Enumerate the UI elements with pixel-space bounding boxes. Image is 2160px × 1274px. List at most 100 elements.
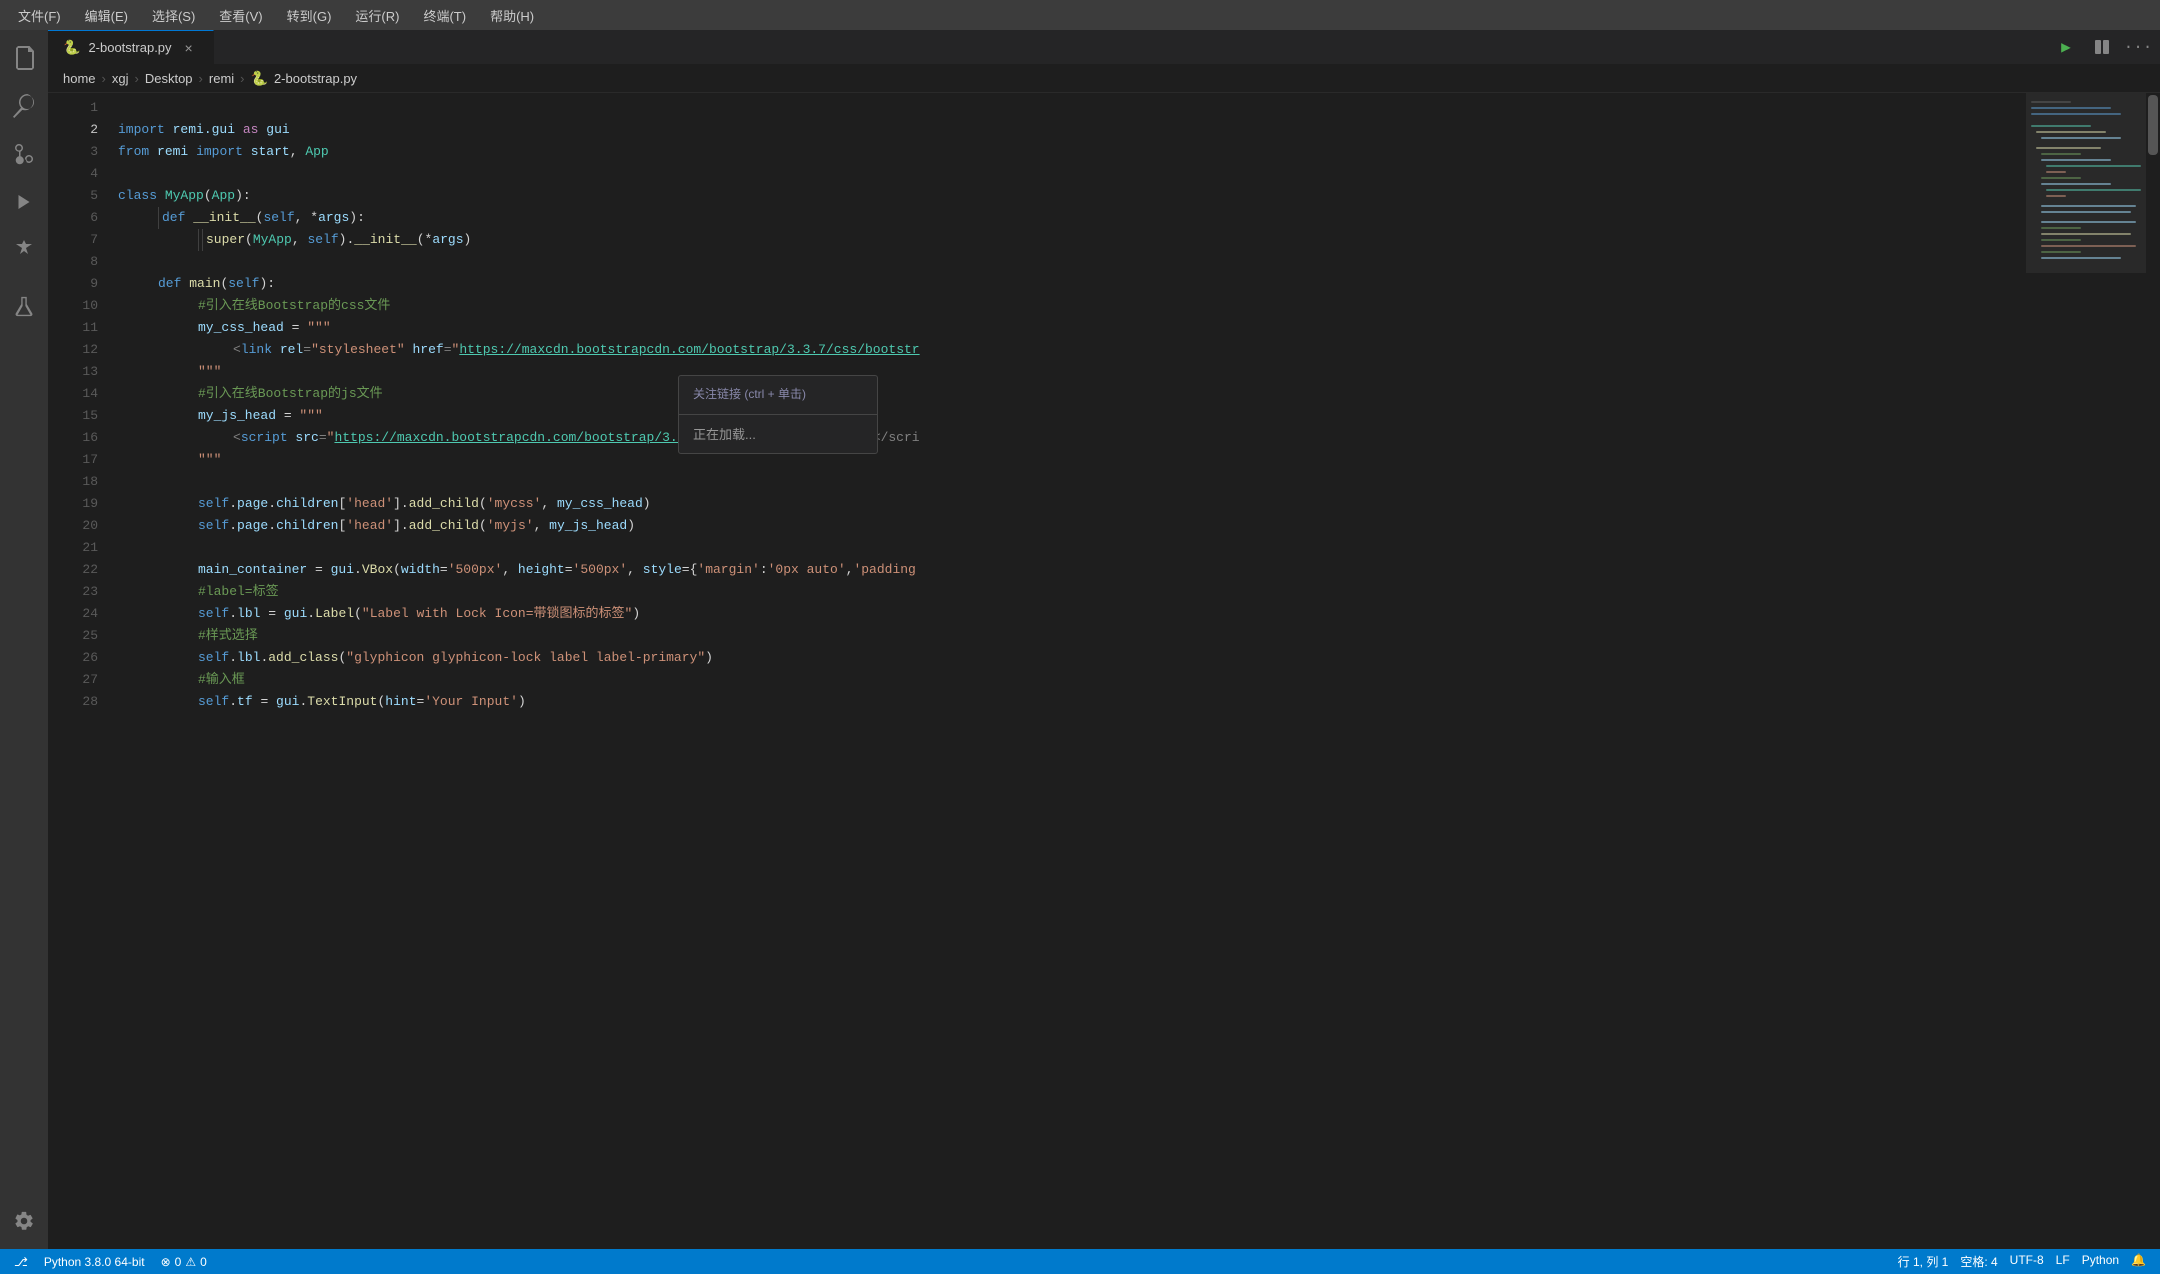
status-python-version[interactable]: Python 3.8.0 64-bit [38,1249,151,1274]
minimap [2026,93,2146,1249]
line-num-27: 27 [48,669,98,691]
position-label: 行 1, 列 1 [1898,1253,1949,1270]
code-line-8 [108,251,2026,273]
code-line-20: self.page.children['head'].add_child('my… [108,515,2026,537]
line-num-3: 3 [48,141,98,163]
bootstrap-css-link[interactable]: https://maxcdn.bootstrapcdn.com/bootstra… [459,339,919,361]
encoding-label: UTF-8 [2010,1253,2044,1267]
tooltip-loading: 正在加载... [679,417,877,453]
breadcrumb-remi[interactable]: remi [209,71,234,86]
code-line-25: #样式选择 [108,625,2026,647]
line-num-20: 20 [48,515,98,537]
line-num-26: 26 [48,647,98,669]
warning-icon: ⚠ [185,1255,196,1269]
tooltip-follow-link[interactable]: 关注链接 (ctrl + 单击) [679,376,877,412]
menu-run[interactable]: 运行(R) [345,2,409,29]
code-line-4 [108,163,2026,185]
code-line-26: self.lbl.add_class("glyphicon glyphicon-… [108,647,2026,669]
source-control-icon[interactable] [4,134,44,174]
breadcrumb-python-icon: 🐍 [251,70,268,87]
status-git-branch[interactable]: ⎇ [8,1249,34,1274]
code-line-6: def __init__(self, *args): [108,207,2026,229]
main-layout: 🐍 2-bootstrap.py × ▶ ··· home › xgj › De… [0,30,2160,1249]
line-num-17: 17 [48,449,98,471]
line-num-23: 23 [48,581,98,603]
breadcrumb-desktop[interactable]: Desktop [145,71,193,86]
status-spaces[interactable]: 空格: 4 [1954,1253,2003,1270]
code-content[interactable]: import remi.gui as gui from remi import … [108,93,2026,1249]
scrollbar[interactable] [2146,93,2160,1249]
line-num-25: 25 [48,625,98,647]
language-label: Python [2082,1253,2119,1267]
code-line-21 [108,537,2026,559]
flask-icon[interactable] [4,286,44,326]
code-line-7: super(MyApp, self).__init__(*args) [108,229,2026,251]
breadcrumb-file[interactable]: 2-bootstrap.py [274,71,357,86]
line-num-19: 19 [48,493,98,515]
breadcrumb-xgj[interactable]: xgj [112,71,129,86]
more-actions-button[interactable]: ··· [2124,33,2152,61]
line-num-21: 21 [48,537,98,559]
code-line-15: my_js_head = """ [108,405,2026,427]
line-num-22: 22 [48,559,98,581]
code-line-11: my_css_head = """ [108,317,2026,339]
line-num-15: 15 [48,405,98,427]
menu-edit[interactable]: 编辑(E) [75,2,138,29]
line-num-11: 11 [48,317,98,339]
status-errors[interactable]: ⊗ 0 ⚠ 0 [155,1249,213,1274]
tab-close-button[interactable]: × [180,39,198,57]
line-numbers: 1 2 3 4 5 6 7 8 9 10 11 12 13 14 15 16 1… [48,93,108,1249]
line-num-16: 16 [48,427,98,449]
menu-view[interactable]: 查看(V) [209,2,272,29]
tab-bar: 🐍 2-bootstrap.py × ▶ ··· [48,30,2160,65]
code-line-14: #引入在线Bootstrap的js文件 [108,383,2026,405]
tab-filename: 2-bootstrap.py [88,40,171,55]
code-line-1 [108,97,2026,119]
tooltip-divider [679,414,877,415]
tooltip-follow-link-label: 关注链接 (ctrl + 单击) [693,387,806,401]
code-line-24: self.lbl = gui.Label("Label with Lock Ic… [108,603,2026,625]
line-num-24: 24 [48,603,98,625]
tooltip-popup: 关注链接 (ctrl + 单击) 正在加载... [678,375,878,454]
menu-file[interactable]: 文件(F) [8,2,71,29]
line-ending-label: LF [2056,1253,2070,1267]
menu-goto[interactable]: 转到(G) [277,2,342,29]
line-num-28: 28 [48,691,98,713]
status-position[interactable]: 行 1, 列 1 [1892,1253,1955,1270]
line-num-18: 18 [48,471,98,493]
code-line-27: #输入框 [108,669,2026,691]
breadcrumb: home › xgj › Desktop › remi › 🐍 2-bootst… [48,65,2160,93]
code-line-19: self.page.children['head'].add_child('my… [108,493,2026,515]
code-line-5: class MyApp(App): [108,185,2026,207]
menu-terminal[interactable]: 终端(T) [413,2,476,29]
python-version-label: Python 3.8.0 64-bit [44,1255,145,1269]
split-editor-button[interactable] [2088,33,2116,61]
code-line-18 [108,471,2026,493]
notification-icon: 🔔 [2131,1253,2146,1267]
code-line-28: self.tf = gui.TextInput(hint='Your Input… [108,691,2026,713]
settings-icon[interactable] [4,1201,44,1241]
status-bar: ⎇ Python 3.8.0 64-bit ⊗ 0 ⚠ 0 行 1, 列 1 空… [0,1249,2160,1274]
line-num-8: 8 [48,251,98,273]
toolbar-right: ▶ ··· [2052,30,2160,64]
line-num-5: 5 [48,185,98,207]
code-line-17: """ [108,449,2026,471]
breadcrumb-home[interactable]: home [63,71,96,86]
run-debug-icon[interactable] [4,182,44,222]
line-num-13: 13 [48,361,98,383]
status-right: 行 1, 列 1 空格: 4 UTF-8 LF Python 🔔 [1892,1253,2152,1270]
search-icon[interactable] [4,86,44,126]
run-button[interactable]: ▶ [2052,33,2080,61]
menu-select[interactable]: 选择(S) [142,2,205,29]
status-line-ending[interactable]: LF [2050,1253,2076,1267]
extensions-icon[interactable] [4,230,44,270]
code-line-22: main_container = gui.VBox(width='500px',… [108,559,2026,581]
explorer-icon[interactable] [4,38,44,78]
status-language[interactable]: Python [2076,1253,2125,1267]
warning-count: 0 [200,1255,207,1269]
menu-help[interactable]: 帮助(H) [480,2,544,29]
active-tab[interactable]: 🐍 2-bootstrap.py × [48,30,214,64]
status-notification[interactable]: 🔔 [2125,1253,2152,1267]
status-encoding[interactable]: UTF-8 [2004,1253,2050,1267]
line-num-7: 7 [48,229,98,251]
